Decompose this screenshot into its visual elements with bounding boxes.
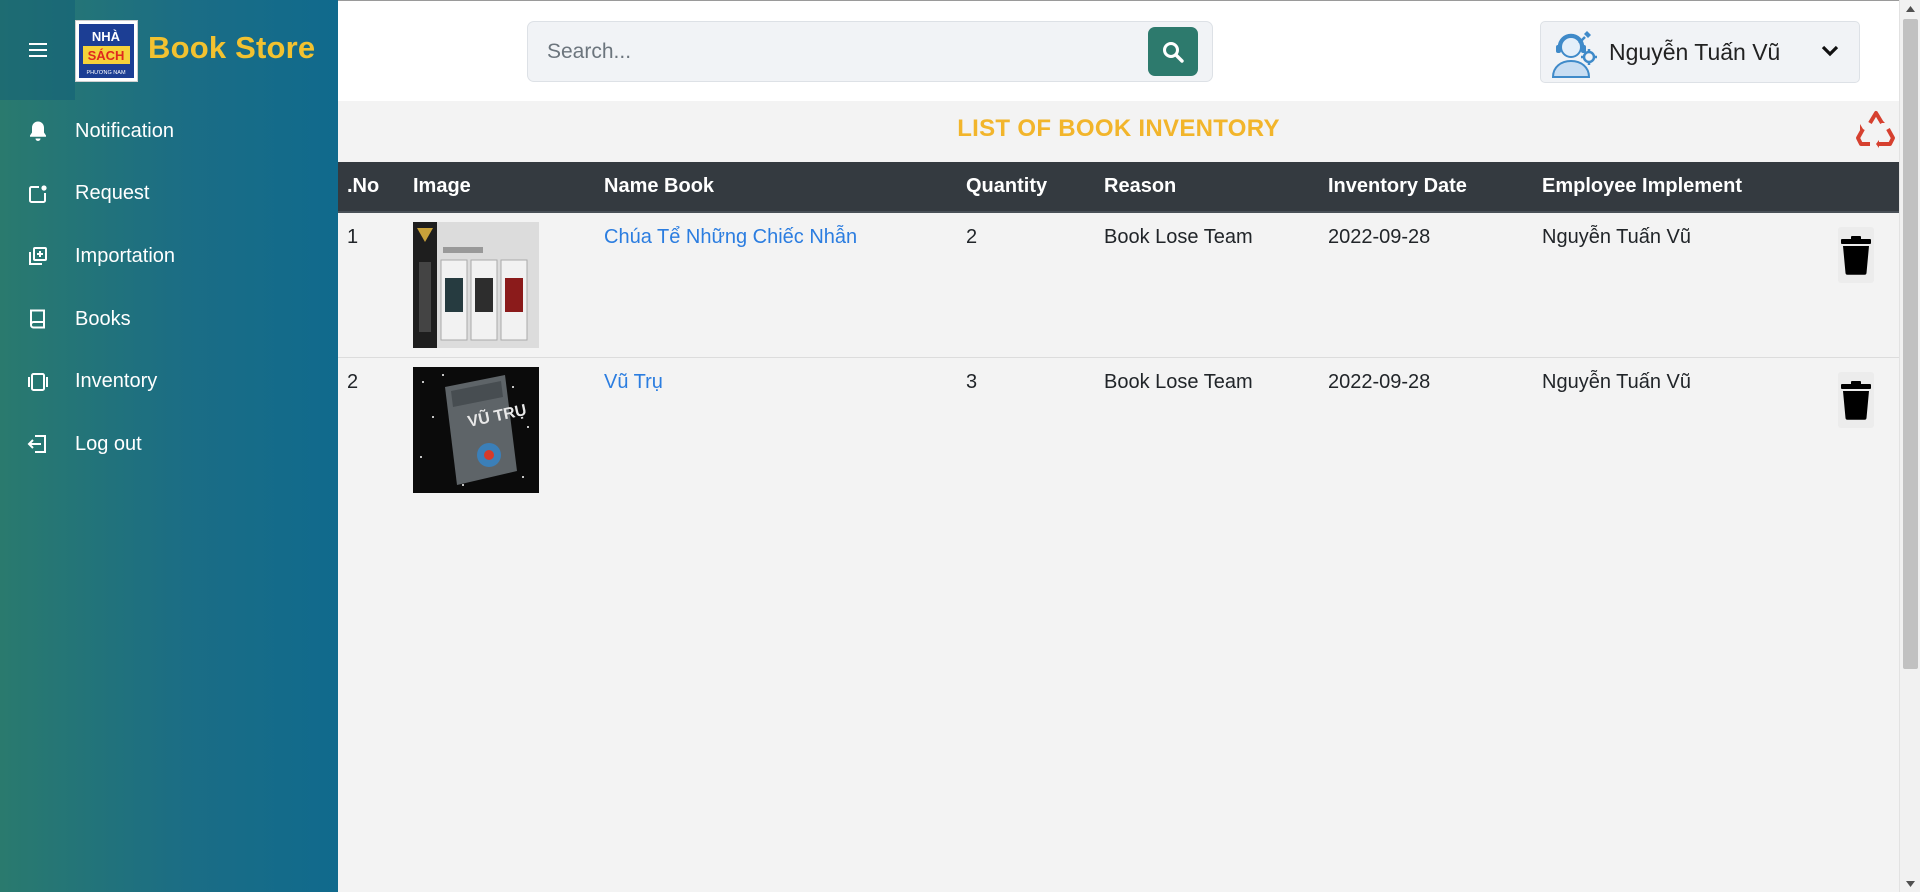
scroll-down-button[interactable] — [1900, 875, 1920, 892]
user-name: Nguyễn Tuấn Vũ — [1609, 39, 1781, 65]
sidebar-item-label: Request — [75, 182, 150, 205]
recycle-icon — [1856, 111, 1895, 148]
delete-button[interactable] — [1838, 372, 1874, 428]
book-name-link[interactable]: Chúa Tể Những Chiếc Nhẫn — [604, 226, 857, 249]
employee-cell: Nguyễn Tuấn Vũ — [1542, 226, 1691, 248]
column-header-image: Image — [413, 175, 471, 197]
logo-line-3: PHƯƠNG NAM — [86, 70, 125, 76]
sidebar-item-label: Books — [75, 307, 131, 330]
employee-cell: Nguyễn Tuấn Vũ — [1542, 371, 1691, 393]
sidebar-item-importation[interactable]: Importation — [0, 225, 338, 288]
column-header-quantity: Quantity — [966, 175, 1048, 197]
trash-icon — [1841, 236, 1871, 275]
table-row: 1 Chúa Tể Những Chiếc Nhẫn 2 Book Lose T… — [338, 213, 1899, 358]
sidebar-item-inventory[interactable]: Inventory — [0, 350, 338, 413]
table-row: 2 VŨ TRỤ Vũ Trụ 3 Book Lose Team 2022-09… — [338, 358, 1899, 503]
bell-icon — [26, 119, 50, 143]
hamburger-icon — [28, 43, 47, 57]
sidebar-nav: Notification Request Importation Books I… — [0, 100, 338, 476]
inventory-date-cell: 2022-09-28 — [1328, 226, 1431, 248]
menu-toggle-button[interactable] — [0, 0, 75, 100]
user-menu[interactable]: Nguyễn Tuấn Vũ — [1540, 21, 1860, 83]
row-number: 2 — [347, 371, 359, 393]
search-bar — [527, 21, 1213, 82]
scrollbar-thumb[interactable] — [1903, 19, 1918, 669]
inventory-icon — [26, 370, 50, 394]
reason-cell: Book Lose Team — [1104, 226, 1253, 248]
recycle-bin-button[interactable] — [1852, 105, 1900, 153]
top-header: Nguyễn Tuấn Vũ — [338, 0, 1899, 101]
reason-cell: Book Lose Team — [1104, 371, 1253, 393]
sidebar-item-label: Inventory — [75, 370, 158, 393]
book-cover-image — [413, 222, 539, 348]
book-icon — [26, 307, 50, 331]
sidebar: NHÀ SÁCH PHƯƠNG NAM Book Store Notificat… — [0, 0, 338, 892]
scroll-up-button[interactable] — [1900, 0, 1920, 17]
table-header: .No Image Name Book Quantity Reason Inve… — [338, 162, 1899, 213]
inventory-table: .No Image Name Book Quantity Reason Inve… — [338, 162, 1899, 503]
quantity-cell: 2 — [966, 226, 978, 248]
brand-row: NHÀ SÁCH PHƯƠNG NAM Book Store — [0, 0, 338, 100]
book-name-link[interactable]: Vũ Trụ — [604, 371, 663, 394]
delete-button[interactable] — [1838, 227, 1874, 283]
vertical-scrollbar[interactable] — [1899, 0, 1920, 892]
sidebar-item-label: Notification — [75, 119, 174, 142]
scroll-up-arrow-icon — [1906, 5, 1915, 12]
trash-icon — [1841, 381, 1871, 420]
page-title: LIST OF BOOK INVENTORY — [957, 115, 1280, 142]
book-cover-image: VŨ TRỤ — [413, 367, 539, 493]
row-number: 1 — [347, 226, 359, 248]
brand-logo[interactable]: NHÀ SÁCH PHƯƠNG NAM — [75, 20, 138, 82]
inventory-date-cell: 2022-09-28 — [1328, 371, 1431, 393]
scroll-down-arrow-icon — [1906, 880, 1915, 887]
sidebar-item-request[interactable]: Request — [0, 163, 338, 226]
request-icon — [26, 182, 50, 206]
search-icon — [1163, 41, 1184, 63]
logout-icon — [26, 432, 50, 456]
column-header-reason: Reason — [1104, 175, 1177, 197]
sidebar-item-logout[interactable]: Log out — [0, 413, 338, 476]
column-header-no: .No — [347, 175, 380, 197]
sidebar-item-label: Importation — [75, 244, 176, 267]
logo-line-2: SÁCH — [88, 48, 125, 63]
sidebar-item-label: Log out — [75, 432, 142, 455]
search-button[interactable] — [1148, 27, 1198, 76]
column-header-inventory-date: Inventory Date — [1328, 175, 1467, 197]
main-content: LIST OF BOOK INVENTORY .No Image Name Bo… — [338, 101, 1899, 892]
column-header-employee: Employee Implement — [1542, 175, 1743, 197]
column-header-name-book: Name Book — [604, 175, 715, 197]
sidebar-item-notification[interactable]: Notification — [0, 100, 338, 163]
logo-line-1: NHÀ — [92, 29, 121, 44]
import-icon — [26, 244, 50, 268]
search-input[interactable] — [529, 23, 1139, 80]
support-agent-icon — [1551, 31, 1597, 78]
sidebar-item-books[interactable]: Books — [0, 288, 338, 351]
brand-name: Book Store — [148, 30, 316, 65]
chevron-down-icon — [1821, 45, 1839, 57]
quantity-cell: 3 — [966, 371, 978, 393]
